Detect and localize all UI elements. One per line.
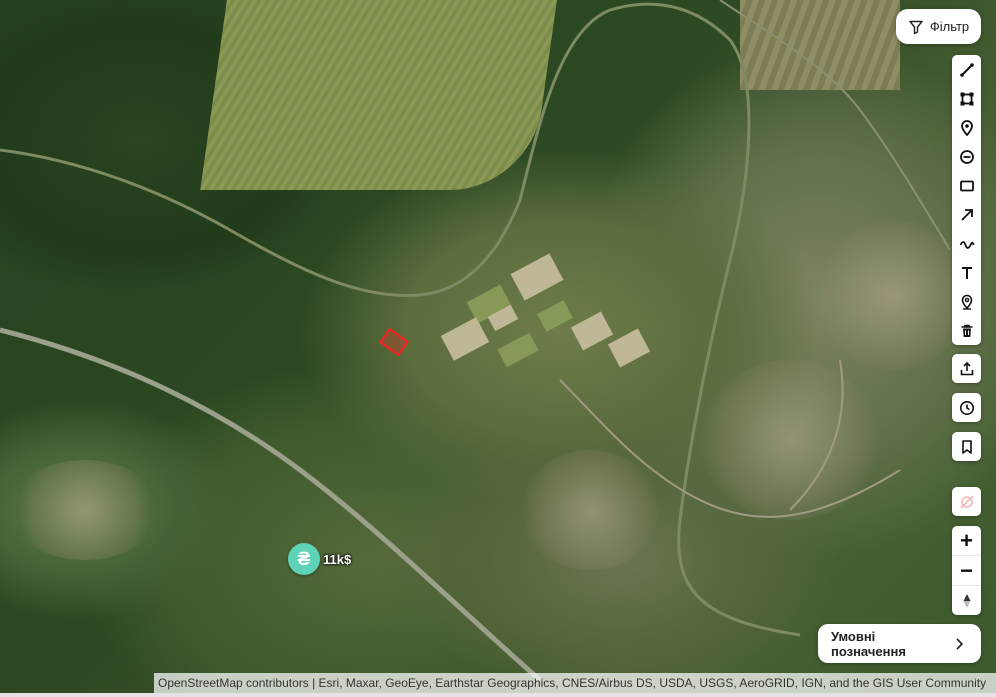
text-tool-icon[interactable] xyxy=(952,258,981,287)
freehand-draw-icon[interactable] xyxy=(952,229,981,258)
line-draw-icon[interactable] xyxy=(952,55,981,84)
price-marker[interactable]: ₴ 11k$ xyxy=(288,543,351,575)
zoom-out-button[interactable]: − xyxy=(952,555,981,585)
hryvnia-icon[interactable]: ₴ xyxy=(288,543,320,575)
satellite-map[interactable] xyxy=(0,0,996,697)
place-marker-icon[interactable] xyxy=(952,287,981,316)
history-icon xyxy=(959,400,975,416)
arrow-draw-icon[interactable] xyxy=(952,200,981,229)
price-label[interactable]: 11k$ xyxy=(323,552,351,567)
roads-layer xyxy=(0,0,951,682)
chevron-right-icon xyxy=(951,636,967,652)
geolocation-disabled-icon xyxy=(959,494,975,510)
legend-label: Умовні позначення xyxy=(831,628,906,659)
share-icon xyxy=(959,361,975,377)
map-attribution: OpenStreetMap contributors | Esri, Maxar… xyxy=(154,673,996,693)
bookmark-icon xyxy=(959,439,975,455)
compass-button[interactable] xyxy=(952,585,981,615)
polygon-draw-icon[interactable] xyxy=(952,84,981,113)
zoom-in-button[interactable]: + xyxy=(952,526,981,555)
rectangle-draw-icon[interactable] xyxy=(952,171,981,200)
share-button[interactable] xyxy=(952,354,981,383)
bookmark-button[interactable] xyxy=(952,432,981,461)
zoom-controls: + − xyxy=(952,526,981,615)
history-button[interactable] xyxy=(952,393,981,422)
delete-icon[interactable] xyxy=(952,316,981,345)
legend-button[interactable]: Умовні позначення xyxy=(818,624,981,663)
compass-icon xyxy=(959,593,975,609)
filter-button[interactable]: Фільтр xyxy=(896,9,981,44)
bottom-strip xyxy=(0,693,996,697)
filter-icon xyxy=(908,19,924,35)
geolocation-button[interactable] xyxy=(952,487,981,516)
circle-draw-icon[interactable] xyxy=(952,142,981,171)
draw-toolbar xyxy=(952,55,981,345)
pin-icon[interactable] xyxy=(952,113,981,142)
filter-label: Фільтр xyxy=(929,19,970,34)
